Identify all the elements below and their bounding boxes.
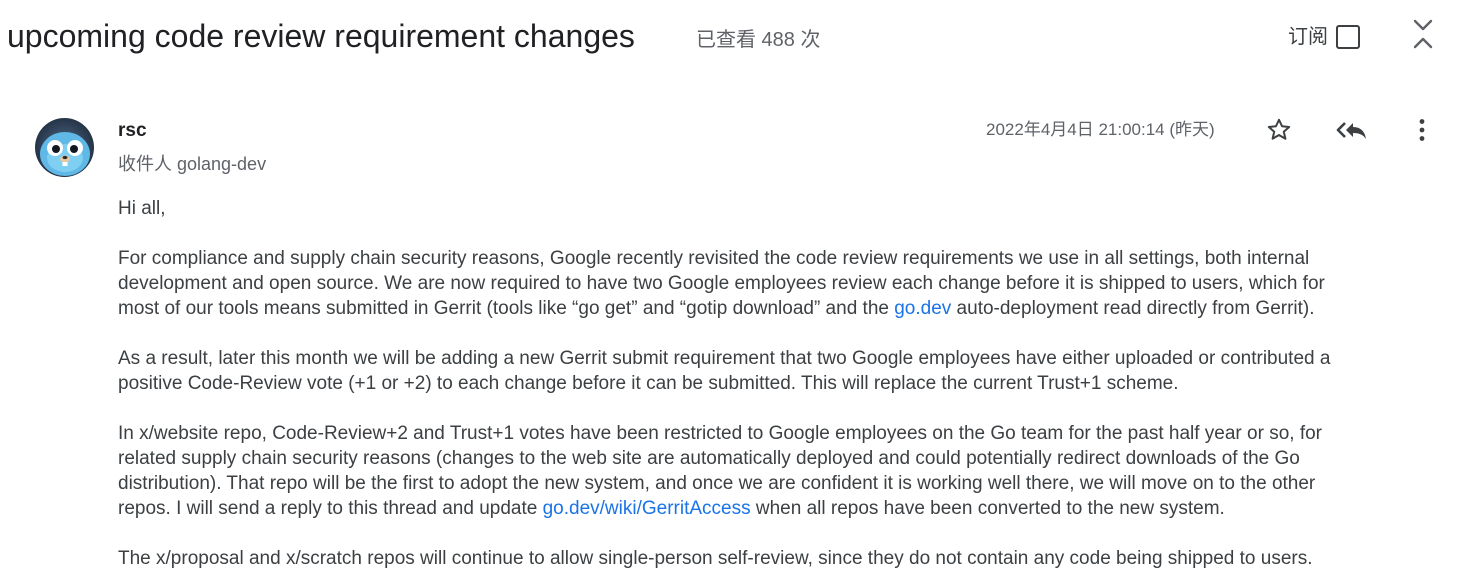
more-options-button[interactable] <box>1406 114 1438 146</box>
timestamp: 2022年4月4日 21:00:14 (昨天) <box>986 120 1215 139</box>
more-vert-icon <box>1419 119 1425 141</box>
subscribe-toggle[interactable]: 订阅 <box>1288 20 1360 54</box>
star-outline-icon <box>1267 118 1291 140</box>
reply-all-button[interactable] <box>1333 114 1371 146</box>
gopher-avatar-image <box>35 118 94 177</box>
avatar[interactable] <box>35 118 94 177</box>
collapse-all-button[interactable] <box>1404 16 1442 54</box>
thread-view: upcoming code review requirement changes… <box>0 0 1461 580</box>
gerrit-access-link[interactable]: go.dev/wiki/GerritAccess <box>543 498 751 519</box>
paragraph-3-line-4-end: when all repos have been converted to th… <box>750 498 1225 519</box>
message-body: Hi all, For compliance and supply chain … <box>118 196 1458 580</box>
paragraph-4-line-1: The x/proposal and x/scratch repos will … <box>118 548 1313 569</box>
paragraph-1-line-1: For compliance and supply chain security… <box>118 248 1310 269</box>
reply-all-icon <box>1336 122 1366 139</box>
paragraph-2-line-1: As a result, later this month we will be… <box>118 348 1331 369</box>
unfold-less-icon <box>1413 19 1433 49</box>
paragraph-2-line-2: positive Code-Review vote (+1 or +2) to … <box>118 373 1179 394</box>
paragraph-1-line-3-end: auto-deployment read directly from Gerri… <box>951 298 1315 319</box>
star-button[interactable] <box>1263 114 1295 146</box>
paragraph-2: As a result, later this month we will be… <box>118 346 1458 396</box>
subscribe-label: 订阅 <box>1288 26 1328 48</box>
sender-name[interactable]: rsc <box>118 118 147 144</box>
paragraph-3-line-4-start: repos. I will send a reply to this threa… <box>118 498 543 519</box>
subscribe-checkbox[interactable] <box>1336 25 1360 49</box>
paragraph-1-line-3-start: most of our tools means submitted in Ger… <box>118 298 895 319</box>
paragraph-4: The x/proposal and x/scratch repos will … <box>118 546 1458 571</box>
go-dev-link[interactable]: go.dev <box>894 298 951 319</box>
greeting: Hi all, <box>118 198 166 219</box>
view-count: 已查看 488 次 <box>696 29 821 51</box>
recipients: 收件人 golang-dev <box>118 154 267 174</box>
thread-title: upcoming code review requirement changes <box>7 18 635 54</box>
paragraph-3-line-3: distribution). That repo will be the fir… <box>118 473 1316 494</box>
paragraph-3-line-1: In x/website repo, Code-Review+2 and Tru… <box>118 423 1322 444</box>
paragraph-3: In x/website repo, Code-Review+2 and Tru… <box>118 421 1458 521</box>
paragraph-3-line-2: related supply chain security reasons (c… <box>118 448 1300 469</box>
paragraph-1-line-2: development and open source. We are now … <box>118 273 1325 294</box>
paragraph-1: For compliance and supply chain security… <box>118 246 1458 321</box>
